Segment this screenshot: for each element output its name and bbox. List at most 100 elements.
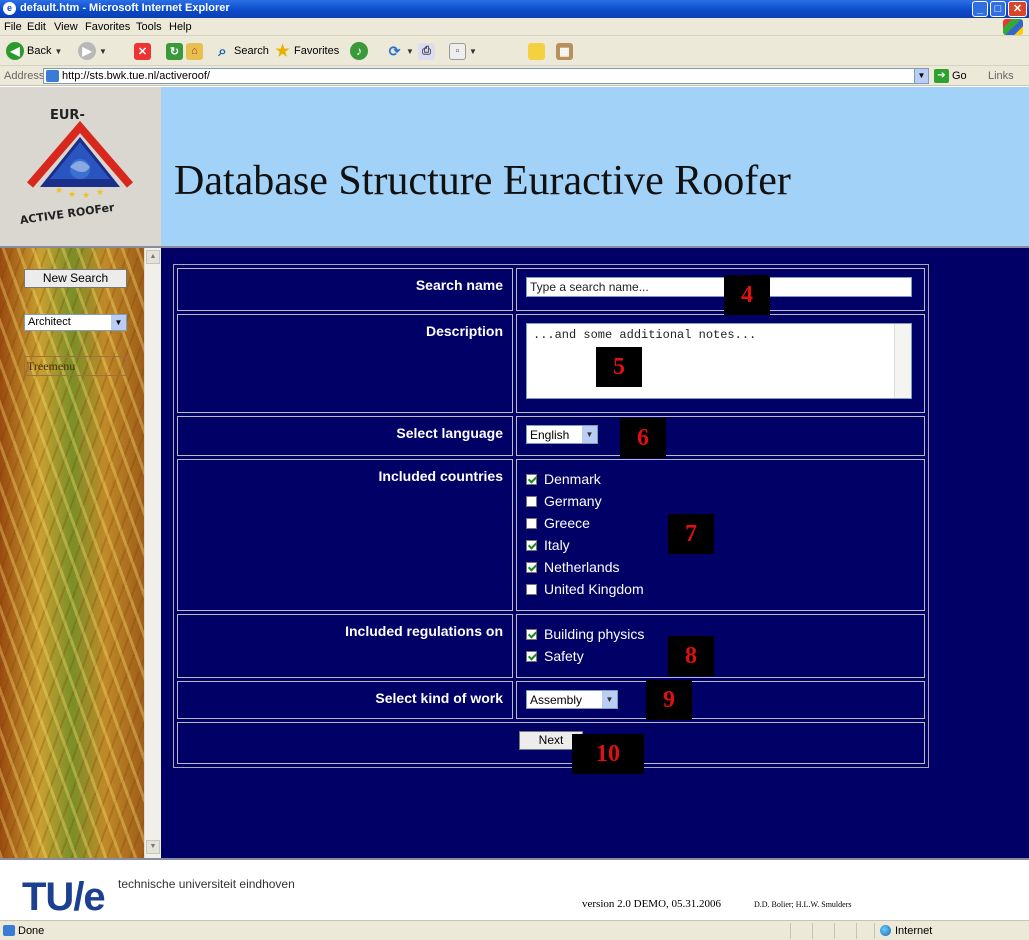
tue-logo: TU/e <box>22 875 106 919</box>
search-button[interactable]: ⌕ Search <box>214 41 269 61</box>
address-input[interactable]: http://sts.bwk.tue.nl/activeroof/ ▼ <box>43 68 929 84</box>
address-bar: Address http://sts.bwk.tue.nl/activeroof… <box>0 66 1029 86</box>
search-name-cell: Type a search name... <box>516 268 925 311</box>
stop-icon: ✕ <box>134 42 151 60</box>
favorites-button[interactable]: ★ Favorites <box>274 41 339 61</box>
regulation-label: Building physics <box>544 626 645 642</box>
kind-of-work-cell: Assembly ▼ <box>516 681 925 719</box>
refresh-button[interactable]: ↻ <box>166 41 183 61</box>
checkbox-checked[interactable] <box>526 561 537 573</box>
version-text: version 2.0 DEMO, 05.31.2006 <box>582 898 722 910</box>
windows-logo-icon <box>1003 19 1023 35</box>
research-button[interactable]: ▦ <box>556 41 573 61</box>
form-row-next: Next <box>177 722 925 764</box>
back-button[interactable]: ◀ Back ▼ <box>6 41 62 61</box>
treemenu-link[interactable]: Treemenu <box>24 356 126 376</box>
country-option[interactable]: Germany <box>526 490 915 512</box>
regulation-option[interactable]: Safety <box>526 645 915 667</box>
status-pane <box>834 923 835 939</box>
menu-tools[interactable]: Tools <box>136 21 162 33</box>
menu-file[interactable]: File <box>4 21 22 33</box>
step-badge-6: 6 <box>620 418 666 458</box>
print-button[interactable]: ⎙ <box>418 41 435 61</box>
go-button[interactable]: ➔ Go <box>934 69 967 83</box>
history-button[interactable]: ⟳ ▼ <box>386 41 414 61</box>
menu-help[interactable]: Help <box>169 21 192 33</box>
menu-edit[interactable]: Edit <box>27 21 46 33</box>
ie-icon: e <box>3 2 16 15</box>
go-label: Go <box>952 70 967 82</box>
countries-cell: Denmark Germany Greece Italy Netherlands <box>516 459 925 611</box>
page-banner: Database Structure Euractive Roofer <box>161 87 1029 246</box>
search-form: Search name Type a search name... Descri… <box>173 264 929 768</box>
sidebar-scrollbar[interactable]: ▲ ▼ <box>144 248 161 858</box>
kind-of-work-select[interactable]: Assembly ▼ <box>526 690 618 709</box>
svg-text:★: ★ <box>68 190 76 200</box>
maximize-button[interactable]: □ <box>990 1 1006 17</box>
checkbox-checked[interactable] <box>526 473 537 485</box>
checkbox-unchecked[interactable] <box>526 583 537 595</box>
role-select[interactable]: Architect ▼ <box>24 314 127 331</box>
window-title: default.htm - Microsoft Internet Explore… <box>20 2 230 14</box>
description-label: Description <box>177 314 513 413</box>
close-button[interactable]: ✕ <box>1008 1 1027 17</box>
description-textarea[interactable]: ...and some additional notes... <box>526 323 912 399</box>
country-option[interactable]: Denmark <box>526 468 915 490</box>
status-pane <box>874 923 875 939</box>
country-label: United Kingdom <box>544 581 644 597</box>
step-badge-5: 5 <box>596 347 642 387</box>
media-icon: ♪ <box>350 42 368 60</box>
university-name: technische universiteit eindhoven <box>118 877 295 891</box>
sidebar: New Search Architect ▼ Treemenu ▲ ▼ <box>0 248 161 858</box>
page-icon <box>3 925 15 936</box>
form-row-language: Select language English ▼ <box>177 416 925 456</box>
svg-text:★: ★ <box>82 191 90 201</box>
minimize-button[interactable]: _ <box>972 1 988 17</box>
refresh-icon: ↻ <box>166 42 183 60</box>
links-button[interactable]: Links <box>988 70 1014 82</box>
forward-arrow-icon: ▶ <box>78 42 96 60</box>
checkbox-checked[interactable] <box>526 628 537 640</box>
edit-button[interactable]: ▫ ▼ <box>449 41 477 61</box>
kind-of-work-select-value: Assembly <box>530 693 583 707</box>
step-badge-9: 9 <box>646 680 692 720</box>
chevron-down-icon[interactable]: ▼ <box>914 69 928 83</box>
stop-button[interactable]: ✕ <box>134 41 151 61</box>
menu-view[interactable]: View <box>54 21 78 33</box>
scroll-up-icon[interactable]: ▲ <box>146 250 160 264</box>
country-option[interactable]: Greece <box>526 512 915 534</box>
country-option[interactable]: United Kingdom <box>526 578 915 600</box>
description-text: ...and some additional notes... <box>533 328 757 342</box>
country-option[interactable]: Netherlands <box>526 556 915 578</box>
new-search-button[interactable]: New Search <box>24 269 127 288</box>
folder-button[interactable] <box>528 41 545 61</box>
checkbox-checked[interactable] <box>526 650 537 662</box>
step-badge-7: 7 <box>668 514 714 554</box>
forward-button[interactable]: ▶ ▼ <box>78 41 107 61</box>
home-button[interactable]: ⌂ <box>186 41 203 61</box>
menu-favorites[interactable]: Favorites <box>85 21 130 33</box>
page-title: Database Structure Euractive Roofer <box>174 158 791 204</box>
search-name-input[interactable]: Type a search name... <box>526 277 912 297</box>
status-pane <box>790 923 791 939</box>
chevron-down-icon: ▼ <box>602 691 617 708</box>
star-icon: ★ <box>275 43 290 60</box>
security-zone: Internet <box>895 925 933 937</box>
country-label: Denmark <box>544 471 601 487</box>
regulation-option[interactable]: Building physics <box>526 623 915 645</box>
media-button[interactable]: ♪ <box>350 41 368 61</box>
checkbox-unchecked[interactable] <box>526 517 537 529</box>
main-content: Search name Type a search name... Descri… <box>161 248 1029 858</box>
textarea-scrollbar[interactable] <box>894 324 911 398</box>
language-select[interactable]: English ▼ <box>526 425 598 444</box>
step-badge-8: 8 <box>668 636 714 676</box>
checkbox-unchecked[interactable] <box>526 495 537 507</box>
standard-toolbar: ◀ Back ▼ ▶ ▼ ✕ ↻ ⌂ ⌕ Search ★ Favorites … <box>0 36 1029 66</box>
authors-text: D.D. Bolier; H.L.W. Smulders <box>754 900 852 909</box>
country-option[interactable]: Italy <box>526 534 915 556</box>
folder-icon <box>528 42 545 60</box>
checkbox-checked[interactable] <box>526 539 537 551</box>
form-row-regulations: Included regulations on Building physics… <box>177 614 925 678</box>
chevron-down-icon: ▼ <box>111 315 126 330</box>
scroll-down-icon[interactable]: ▼ <box>146 840 160 854</box>
